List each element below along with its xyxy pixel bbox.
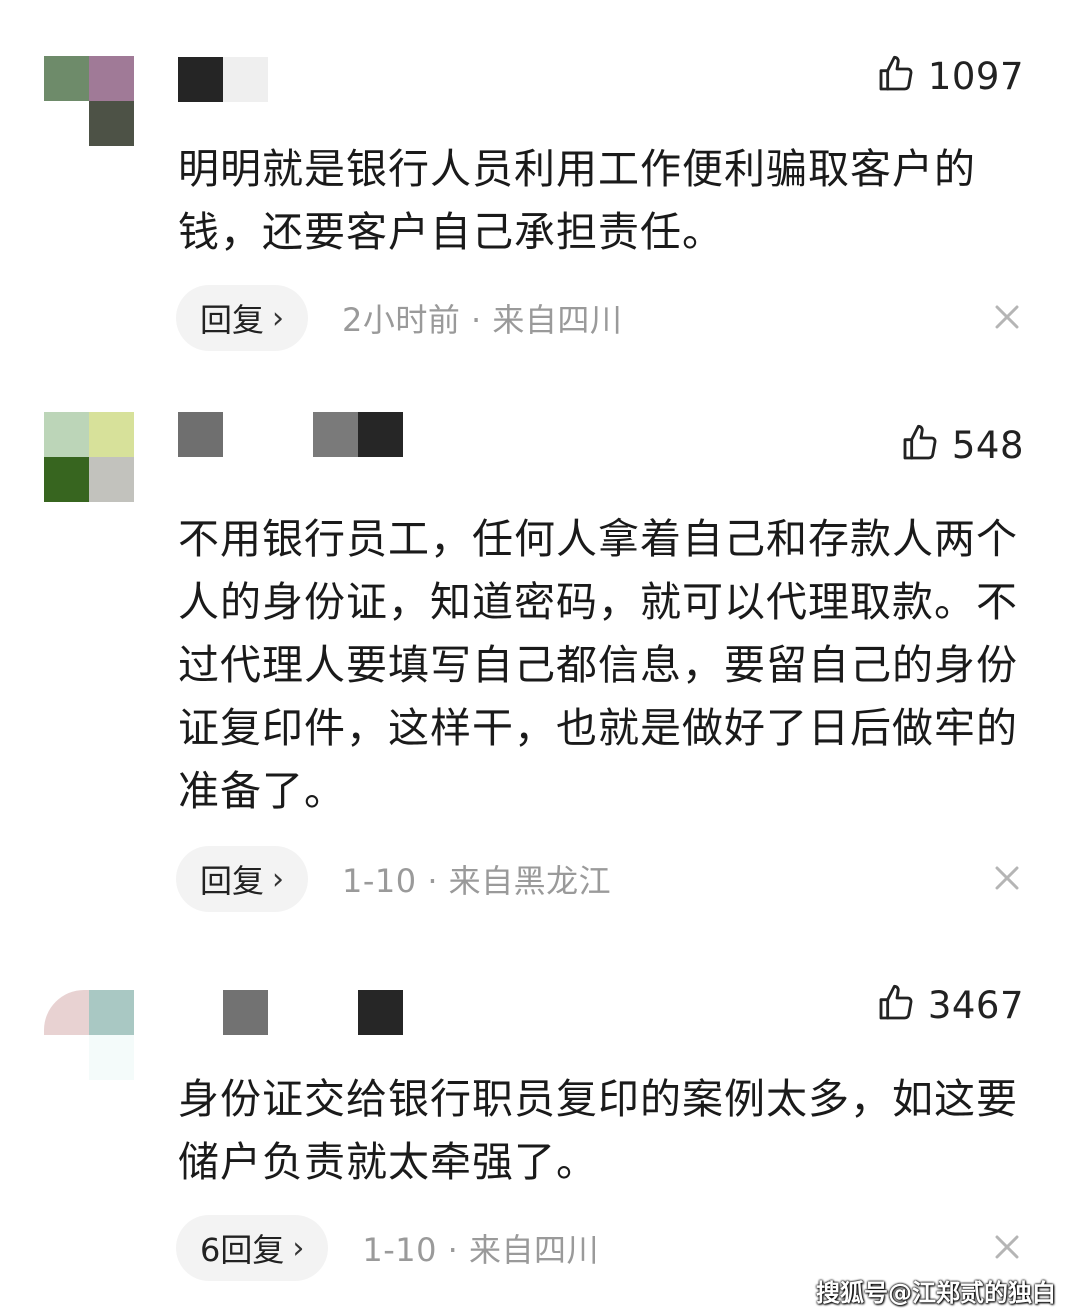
thumbs-up-icon <box>900 423 940 467</box>
watermark: 搜狐号@江郑贰的独白 <box>816 1279 1056 1307</box>
comment-text: 身份证交给银行职员复印的案例太多，如这要储户负责就太牵强了。 <box>178 1075 1018 1186</box>
like-button[interactable]: 548 <box>900 423 1024 467</box>
time-location: 1-10 · 来自黑龙江 <box>342 862 612 900</box>
like-button[interactable]: 1097 <box>876 54 1024 98</box>
avatar[interactable] <box>44 56 134 146</box>
reply-label: 回复 <box>200 862 265 900</box>
comment-text: 不用银行员工，任何人拿着自己和存款人两个人的身份证，知道密码，就可以代理取款。不… <box>178 515 1018 815</box>
username-mosaic[interactable] <box>178 990 403 1035</box>
reply-button[interactable]: 回复 › <box>176 846 309 912</box>
time-location: 2小时前 · 来自四川 <box>342 301 623 339</box>
username-mosaic[interactable] <box>178 57 268 102</box>
reply-button[interactable]: 回复 › <box>176 285 309 351</box>
thumbs-up-icon <box>876 54 916 98</box>
like-button[interactable]: 3467 <box>876 983 1024 1027</box>
like-count: 3467 <box>927 983 1024 1027</box>
reply-label: 回复 <box>200 301 265 339</box>
close-icon[interactable] <box>994 865 1020 891</box>
chevron-right-icon: › <box>292 1230 305 1266</box>
thumbs-up-icon <box>876 983 916 1027</box>
like-count: 1097 <box>927 54 1024 98</box>
comment-meta: 回复 › 1-10 · 来自黑龙江 <box>176 846 611 912</box>
reply-label: 6回复 <box>200 1231 285 1269</box>
close-icon[interactable] <box>994 304 1020 330</box>
chevron-right-icon: › <box>272 300 285 336</box>
comment-meta: 6回复 › 1-10 · 来自四川 <box>176 1215 599 1281</box>
close-icon[interactable] <box>994 1234 1020 1260</box>
username-mosaic[interactable] <box>178 412 403 457</box>
avatar[interactable] <box>44 412 134 502</box>
reply-button[interactable]: 6回复 › <box>176 1215 329 1281</box>
avatar[interactable] <box>44 990 134 1080</box>
comment-text: 明明就是银行人员利用工作便利骗取客户的钱，还要客户自己承担责任。 <box>178 145 976 256</box>
like-count: 548 <box>951 423 1024 467</box>
comment-meta: 回复 › 2小时前 · 来自四川 <box>176 285 622 351</box>
chevron-right-icon: › <box>272 861 285 897</box>
time-location: 1-10 · 来自四川 <box>362 1231 600 1269</box>
